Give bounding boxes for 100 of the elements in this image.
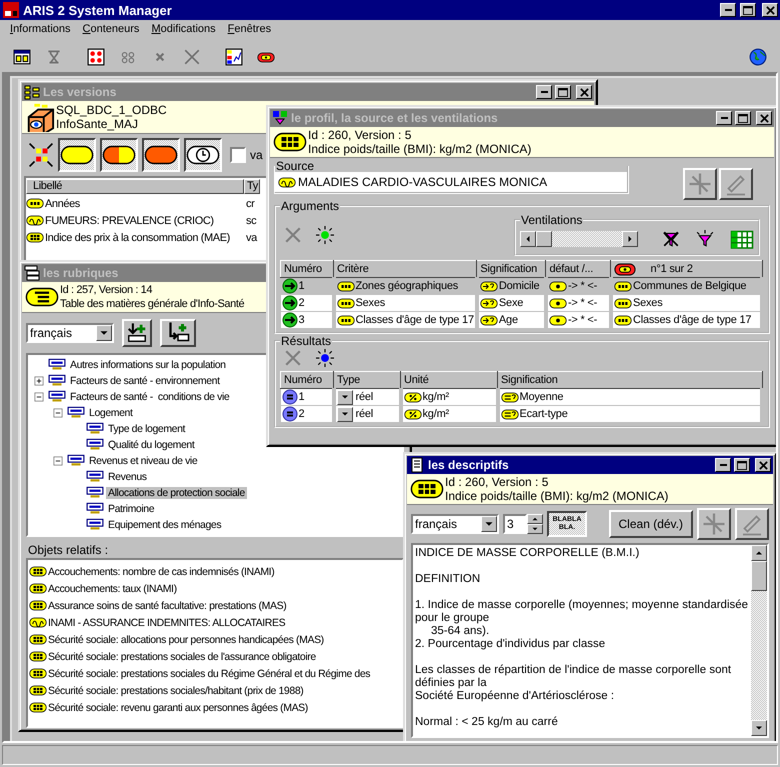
close-button[interactable] [756,111,772,125]
table-cell: -> * <- [568,280,598,292]
filter-button[interactable] [142,138,180,172]
insert-child-button[interactable] [160,319,196,347]
spin-up-button[interactable] [527,514,543,524]
crosshair-icon [702,512,726,536]
scroll-left-button[interactable] [520,231,536,247]
insert-icon [126,322,148,344]
table-icon [29,651,47,662]
language-dropdown[interactable]: français [411,514,499,534]
tree-item[interactable]: Facteurs de santé - conditions de vie [68,391,232,403]
globe-icon [749,48,767,66]
menu-item[interactable]: Modifications [151,23,216,39]
table-row[interactable]: 3 Classes d'âge de type 17 Age -> * <- Classes d'âge de type 17 [280,312,762,328]
language-dropdown[interactable]: français [26,323,114,343]
collapse-icon[interactable] [33,391,45,403]
tree-item[interactable]: Qualité du logement [106,439,196,451]
window-title: ARIS 2 System Manager [23,2,173,18]
minimize-button[interactable] [716,111,732,125]
add-button[interactable] [316,226,334,244]
list-item[interactable]: INAMI - ASSURANCE INDEMNITES: ALLOCATAIRES [48,616,286,628]
list-item[interactable]: Sécurité sociale: prestations sociales de l'assurance obligatoire [48,650,316,662]
table-cell: réel [356,408,374,420]
list-item[interactable]: Sécurité sociale: revenu garanti aux personnes âgées (MAS) [48,702,308,714]
minimize-button[interactable] [715,458,731,472]
scroll-right-button[interactable] [622,231,638,247]
menu-item[interactable]: Fenêtres [228,23,272,39]
tree-item[interactable]: Revenus et niveau de vie [87,455,200,467]
tree-item[interactable]: Patrimoine [106,503,156,515]
diagram-icon [28,142,54,168]
clean-button[interactable]: Clean (dév.) [608,510,693,538]
close-icon [580,88,588,96]
column-header[interactable]: Libellé [26,179,244,194]
list-item[interactable]: Accouchements: nombre de cas indemnisés (INAMI) [48,566,274,578]
list-item[interactable]: Accouchements: taux (INAMI) [48,582,177,594]
menu-item[interactable]: Conteneurs [82,23,140,39]
maximize-button[interactable] [734,458,750,472]
list-icon [26,198,44,209]
column-header[interactable]: Unité [404,374,429,386]
table-cell: 2 [298,297,304,309]
remove-filter-button[interactable] [662,230,680,248]
list-item[interactable]: Assurance soins de santé facultative: prestations (MAS) [48,600,286,612]
tree-item[interactable]: Autres informations sur la population [68,359,228,371]
colored-squares-icon [272,110,288,126]
tree-item[interactable]: Equipement des ménages [106,519,224,531]
text-paragraph: Normal : < 25 kg/m au carré [415,716,559,729]
info-text: Table des matières générale d'Info-Santé [60,297,244,311]
vertical-scrollbar[interactable] [751,545,767,736]
list-item[interactable]: Sécurité sociale: prestations sociales/habitant (prix de 1988) [48,684,304,696]
filter-button[interactable] [58,138,96,172]
close-button[interactable] [576,85,592,99]
scroll-thumb[interactable] [536,231,552,247]
collapse-icon[interactable] [52,407,64,419]
column-header[interactable]: Ty [244,179,260,194]
table-cell: -> * <- [568,314,598,326]
list-item[interactable]: Sécurité sociale: prestations sociales du Régime Général et du Régime des [48,668,370,680]
insert-button[interactable] [122,319,152,347]
text-area[interactable] [411,543,769,738]
list-row[interactable]: FUMEURS: PREVALENCE (CRIOC) sc [26,212,260,229]
collapse-icon[interactable] [52,455,64,467]
checkbox[interactable] [230,147,246,163]
scroll-thumb[interactable] [751,561,767,591]
scroll-down-button[interactable] [751,720,767,736]
list-row[interactable]: Années cr [26,195,260,212]
maximize-button[interactable] [555,85,571,99]
table-cell: Classes d'âge de type 17 [356,314,474,326]
expand-icon[interactable] [33,375,45,387]
tree-item[interactable]: Facteurs de santé - environnement [68,375,222,387]
number-field[interactable]: 3 [503,514,527,534]
close-button[interactable] [755,458,771,472]
group-label: Ventilations [520,214,584,226]
spin-down-button[interactable] [527,524,543,534]
menu-item[interactable]: Informations [10,23,71,39]
filter-button[interactable] [184,138,222,172]
source-field[interactable]: MALADIES CARDIO-VASCULAIRES MONICA [275,172,627,192]
minimize-button[interactable] [536,85,552,99]
add-button[interactable] [316,349,334,367]
filter-button[interactable] [696,230,714,248]
horizontal-scrollbar[interactable] [520,231,638,247]
checkbox-label[interactable]: va [250,148,263,162]
column-header[interactable]: Signification [501,374,558,386]
list-item[interactable]: Sécurité sociale: allocations pour personnes handicapées (MAS) [48,634,324,646]
unit-icon [404,408,422,420]
column-header[interactable]: Critère [337,263,369,275]
scroll-up-button[interactable] [751,545,767,561]
maximize-button[interactable] [735,111,751,125]
tree-item[interactable]: Revenus [106,471,149,483]
dropdown-button[interactable] [336,406,352,422]
table-cell: Sexes [632,297,663,309]
tree-item[interactable]: Logement [87,407,135,419]
list-row[interactable]: Indice des prix à la consommation (MAE) va [26,229,260,246]
table-icon [29,583,47,594]
tree-item[interactable]: Allocations de protection sociale [106,487,247,499]
dropdown-button[interactable] [336,390,352,404]
filter-button[interactable] [100,138,138,172]
tree-item[interactable]: Type de logement [106,423,188,435]
close-button[interactable] [762,3,778,17]
source-icon [278,176,296,188]
minimize-button[interactable] [720,3,736,17]
maximize-button[interactable] [740,3,756,17]
